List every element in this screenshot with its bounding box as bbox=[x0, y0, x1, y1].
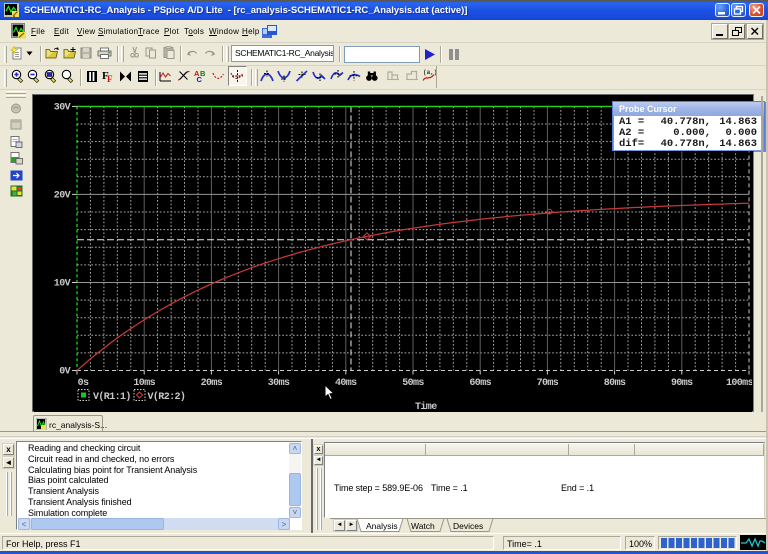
svg-text:F: F bbox=[107, 74, 113, 83]
svg-text:40ms: 40ms bbox=[335, 378, 357, 389]
svg-text:V(R2:2): V(R2:2) bbox=[148, 391, 186, 403]
svg-text:10V: 10V bbox=[54, 279, 71, 290]
svg-text:30V: 30V bbox=[54, 102, 71, 113]
svg-text:50ms: 50ms bbox=[402, 378, 424, 389]
svg-text:V(R1:1): V(R1:1) bbox=[93, 391, 131, 403]
svg-text:Time: Time bbox=[415, 401, 437, 412]
svg-text:90ms: 90ms bbox=[671, 378, 693, 389]
svg-text:0s: 0s bbox=[78, 378, 89, 389]
svg-text:80ms: 80ms bbox=[604, 378, 626, 389]
svg-text:100ms: 100ms bbox=[726, 378, 752, 389]
svg-text:70ms: 70ms bbox=[537, 378, 559, 389]
svg-text:20ms: 20ms bbox=[201, 378, 223, 389]
svg-text:10ms: 10ms bbox=[133, 378, 155, 389]
svg-text:30ms: 30ms bbox=[268, 378, 290, 389]
svg-text:20V: 20V bbox=[54, 190, 71, 201]
svg-text:0V: 0V bbox=[59, 367, 70, 378]
svg-text:C: C bbox=[197, 75, 203, 83]
svg-text:60ms: 60ms bbox=[469, 378, 491, 389]
